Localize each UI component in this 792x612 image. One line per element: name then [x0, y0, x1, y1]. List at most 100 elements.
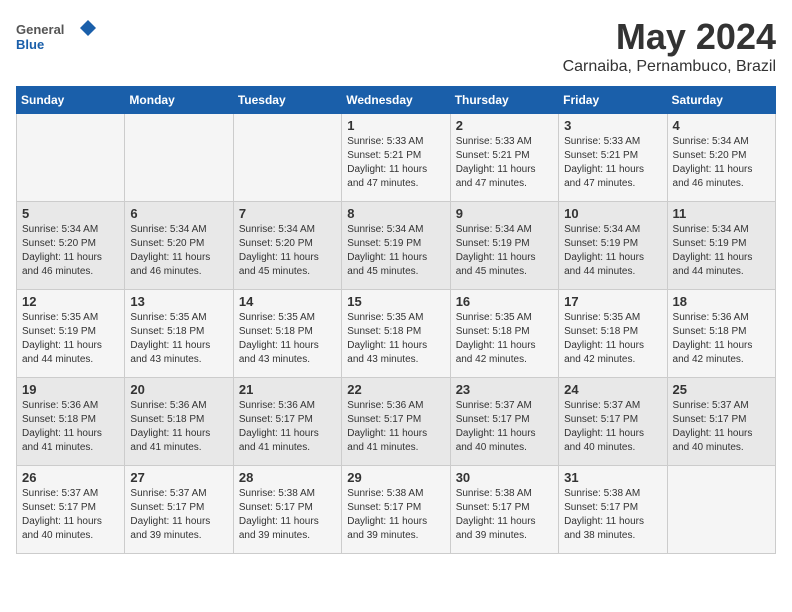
- calendar-cell: 9 Sunrise: 5:34 AM Sunset: 5:19 PM Daylig…: [450, 202, 558, 290]
- day-info: Sunrise: 5:34 AM Sunset: 5:19 PM Dayligh…: [673, 223, 770, 279]
- day-info: Sunrise: 5:36 AM Sunset: 5:17 PM Dayligh…: [239, 399, 336, 455]
- day-info: Sunrise: 5:37 AM Sunset: 5:17 PM Dayligh…: [456, 399, 553, 455]
- day-info: Sunrise: 5:37 AM Sunset: 5:17 PM Dayligh…: [22, 487, 119, 543]
- calendar-cell: 14 Sunrise: 5:35 AM Sunset: 5:18 PM Dayli…: [233, 290, 341, 378]
- calendar-cell: [125, 114, 233, 202]
- day-info: Sunrise: 5:36 AM Sunset: 5:18 PM Dayligh…: [130, 399, 227, 455]
- day-info: Sunrise: 5:38 AM Sunset: 5:17 PM Dayligh…: [347, 487, 444, 543]
- calendar-cell: 2 Sunrise: 5:33 AM Sunset: 5:21 PM Daylig…: [450, 114, 558, 202]
- calendar-cell: 7Sunrise: 5:34 AM Sunset: 5:20 PM Daylig…: [233, 202, 341, 290]
- day-info: Sunrise: 5:33 AM Sunset: 5:21 PM Dayligh…: [564, 135, 661, 191]
- day-number: 12: [22, 294, 119, 309]
- day-info: Sunrise: 5:34 AM Sunset: 5:20 PM Dayligh…: [130, 223, 227, 279]
- day-info: Sunrise: 5:34 AM Sunset: 5:20 PM Dayligh…: [239, 223, 336, 279]
- calendar-cell: 10 Sunrise: 5:34 AM Sunset: 5:19 PM Dayli…: [559, 202, 667, 290]
- day-number: 11: [673, 206, 770, 221]
- calendar-cell: [233, 114, 341, 202]
- calendar-week-5: 26Sunrise: 5:37 AM Sunset: 5:17 PM Dayli…: [17, 466, 776, 554]
- day-number: 13: [130, 294, 227, 309]
- calendar-table: SundayMondayTuesdayWednesdayThursdayFrid…: [16, 86, 776, 554]
- day-number: 6: [130, 206, 227, 221]
- calendar-cell: 11 Sunrise: 5:34 AM Sunset: 5:19 PM Dayli…: [667, 202, 775, 290]
- header-cell-tuesday: Tuesday: [233, 87, 341, 114]
- day-info: Sunrise: 5:34 AM Sunset: 5:20 PM Dayligh…: [673, 135, 770, 191]
- calendar-week-2: 5 Sunrise: 5:34 AM Sunset: 5:20 PM Daylig…: [17, 202, 776, 290]
- day-info: Sunrise: 5:36 AM Sunset: 5:18 PM Dayligh…: [22, 399, 119, 455]
- calendar-cell: [667, 466, 775, 554]
- day-info: Sunrise: 5:34 AM Sunset: 5:19 PM Dayligh…: [564, 223, 661, 279]
- day-info: Sunrise: 5:34 AM Sunset: 5:19 PM Dayligh…: [456, 223, 553, 279]
- day-number: 25: [673, 382, 770, 397]
- day-info: Sunrise: 5:35 AM Sunset: 5:18 PM Dayligh…: [130, 311, 227, 367]
- header-cell-friday: Friday: [559, 87, 667, 114]
- day-number: 4: [673, 118, 770, 133]
- day-info: Sunrise: 5:38 AM Sunset: 5:17 PM Dayligh…: [564, 487, 661, 543]
- calendar-cell: 16Sunrise: 5:35 AM Sunset: 5:18 PM Dayli…: [450, 290, 558, 378]
- day-number: 5: [22, 206, 119, 221]
- calendar-cell: 24Sunrise: 5:37 AM Sunset: 5:17 PM Dayli…: [559, 378, 667, 466]
- day-info: Sunrise: 5:35 AM Sunset: 5:18 PM Dayligh…: [347, 311, 444, 367]
- svg-text:Blue: Blue: [16, 37, 44, 52]
- day-info: Sunrise: 5:37 AM Sunset: 5:17 PM Dayligh…: [130, 487, 227, 543]
- calendar-cell: 20 Sunrise: 5:36 AM Sunset: 5:18 PM Dayli…: [125, 378, 233, 466]
- calendar-header: SundayMondayTuesdayWednesdayThursdayFrid…: [17, 87, 776, 114]
- calendar-week-4: 19Sunrise: 5:36 AM Sunset: 5:18 PM Dayli…: [17, 378, 776, 466]
- header-cell-sunday: Sunday: [17, 87, 125, 114]
- calendar-cell: 27 Sunrise: 5:37 AM Sunset: 5:17 PM Dayli…: [125, 466, 233, 554]
- day-number: 31: [564, 470, 661, 485]
- day-number: 8: [347, 206, 444, 221]
- day-number: 23: [456, 382, 553, 397]
- header-cell-thursday: Thursday: [450, 87, 558, 114]
- day-number: 27: [130, 470, 227, 485]
- calendar-cell: 1 Sunrise: 5:33 AM Sunset: 5:21 PM Daylig…: [342, 114, 450, 202]
- header-cell-monday: Monday: [125, 87, 233, 114]
- svg-text:General: General: [16, 22, 64, 37]
- header-cell-wednesday: Wednesday: [342, 87, 450, 114]
- calendar-cell: 26Sunrise: 5:37 AM Sunset: 5:17 PM Dayli…: [17, 466, 125, 554]
- day-info: Sunrise: 5:36 AM Sunset: 5:18 PM Dayligh…: [673, 311, 770, 367]
- logo-svg: General Blue: [16, 16, 96, 56]
- calendar-cell: 4 Sunrise: 5:34 AM Sunset: 5:20 PM Daylig…: [667, 114, 775, 202]
- logo: General Blue: [16, 16, 96, 56]
- day-number: 2: [456, 118, 553, 133]
- calendar-cell: 30Sunrise: 5:38 AM Sunset: 5:17 PM Dayli…: [450, 466, 558, 554]
- day-info: Sunrise: 5:34 AM Sunset: 5:19 PM Dayligh…: [347, 223, 444, 279]
- day-number: 1: [347, 118, 444, 133]
- day-info: Sunrise: 5:34 AM Sunset: 5:20 PM Dayligh…: [22, 223, 119, 279]
- calendar-cell: 21Sunrise: 5:36 AM Sunset: 5:17 PM Dayli…: [233, 378, 341, 466]
- day-number: 17: [564, 294, 661, 309]
- calendar-cell: 6 Sunrise: 5:34 AM Sunset: 5:20 PM Daylig…: [125, 202, 233, 290]
- day-number: 9: [456, 206, 553, 221]
- calendar-cell: 3Sunrise: 5:33 AM Sunset: 5:21 PM Daylig…: [559, 114, 667, 202]
- day-info: Sunrise: 5:38 AM Sunset: 5:17 PM Dayligh…: [456, 487, 553, 543]
- header-row: SundayMondayTuesdayWednesdayThursdayFrid…: [17, 87, 776, 114]
- day-number: 10: [564, 206, 661, 221]
- calendar-cell: 18Sunrise: 5:36 AM Sunset: 5:18 PM Dayli…: [667, 290, 775, 378]
- calendar-cell: 22 Sunrise: 5:36 AM Sunset: 5:17 PM Dayli…: [342, 378, 450, 466]
- day-number: 22: [347, 382, 444, 397]
- calendar-cell: 25 Sunrise: 5:37 AM Sunset: 5:17 PM Dayli…: [667, 378, 775, 466]
- day-info: Sunrise: 5:35 AM Sunset: 5:18 PM Dayligh…: [239, 311, 336, 367]
- day-number: 15: [347, 294, 444, 309]
- calendar-cell: 15 Sunrise: 5:35 AM Sunset: 5:18 PM Dayli…: [342, 290, 450, 378]
- calendar-cell: 13 Sunrise: 5:35 AM Sunset: 5:18 PM Dayli…: [125, 290, 233, 378]
- subtitle: Carnaiba, Pernambuco, Brazil: [563, 58, 776, 76]
- calendar-week-1: 1 Sunrise: 5:33 AM Sunset: 5:21 PM Daylig…: [17, 114, 776, 202]
- day-info: Sunrise: 5:35 AM Sunset: 5:18 PM Dayligh…: [564, 311, 661, 367]
- calendar-cell: 23 Sunrise: 5:37 AM Sunset: 5:17 PM Dayli…: [450, 378, 558, 466]
- day-info: Sunrise: 5:33 AM Sunset: 5:21 PM Dayligh…: [347, 135, 444, 191]
- day-info: Sunrise: 5:37 AM Sunset: 5:17 PM Dayligh…: [673, 399, 770, 455]
- day-number: 16: [456, 294, 553, 309]
- calendar-cell: 12 Sunrise: 5:35 AM Sunset: 5:19 PM Dayli…: [17, 290, 125, 378]
- calendar-cell: 19Sunrise: 5:36 AM Sunset: 5:18 PM Dayli…: [17, 378, 125, 466]
- calendar-cell: 17 Sunrise: 5:35 AM Sunset: 5:18 PM Dayli…: [559, 290, 667, 378]
- day-number: 14: [239, 294, 336, 309]
- header: General Blue May 2024 Carnaiba, Pernambu…: [16, 16, 776, 76]
- day-number: 24: [564, 382, 661, 397]
- calendar-cell: 31 Sunrise: 5:38 AM Sunset: 5:17 PM Dayli…: [559, 466, 667, 554]
- day-info: Sunrise: 5:36 AM Sunset: 5:17 PM Dayligh…: [347, 399, 444, 455]
- day-info: Sunrise: 5:33 AM Sunset: 5:21 PM Dayligh…: [456, 135, 553, 191]
- day-info: Sunrise: 5:35 AM Sunset: 5:19 PM Dayligh…: [22, 311, 119, 367]
- day-number: 20: [130, 382, 227, 397]
- calendar-cell: 5 Sunrise: 5:34 AM Sunset: 5:20 PM Daylig…: [17, 202, 125, 290]
